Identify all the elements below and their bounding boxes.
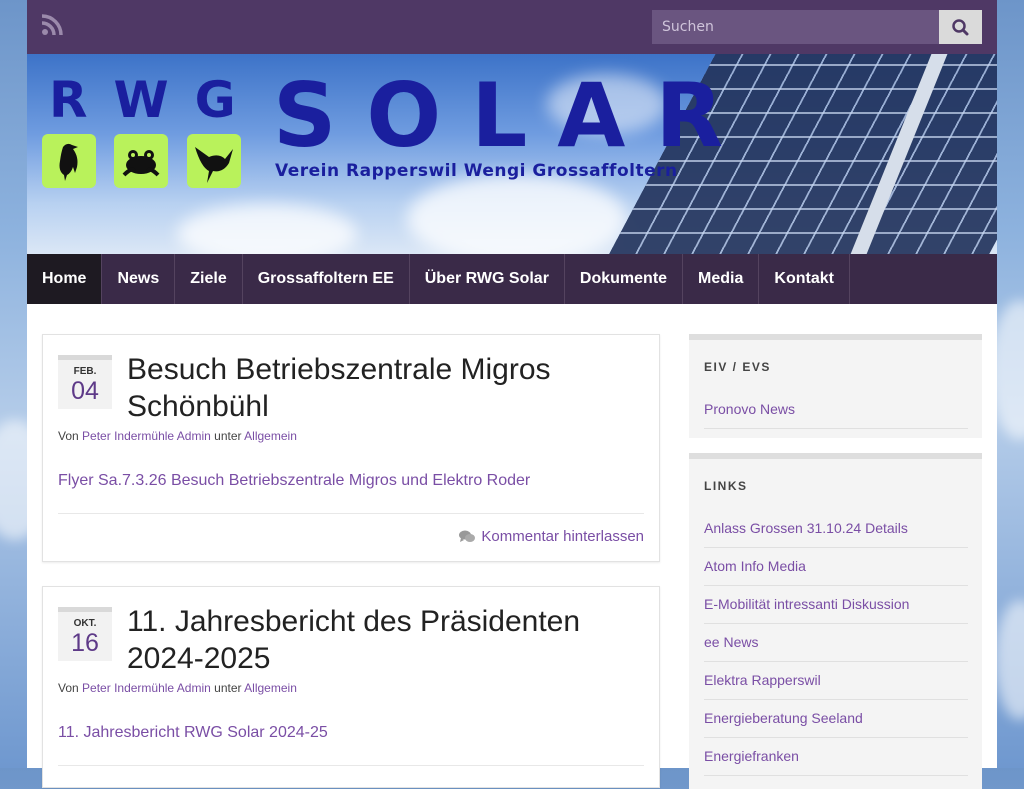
post-date-badge: OKT. 16 xyxy=(58,607,112,661)
sidebar-link[interactable]: E-Mobilität intressanti Diskussion xyxy=(704,585,968,624)
comments-icon xyxy=(459,530,476,542)
post-date-month: OKT. xyxy=(73,618,97,629)
post-meta-by: Von xyxy=(58,681,79,695)
comment-link-label[interactable]: Kommentar hinterlassen xyxy=(481,528,644,545)
post-category-link[interactable]: Allgemein xyxy=(244,429,297,443)
widget-title: EIV / EVS xyxy=(704,360,771,374)
post-excerpt-link[interactable]: Flyer Sa.7.3.26 Besuch Betriebszentrale … xyxy=(58,472,530,490)
post-card: OKT. 16 11. Jahresbericht des Präsidente… xyxy=(42,586,660,788)
logo-tagline: Verein Rapperswil Wengi Grossaffoltern xyxy=(275,161,678,181)
nav-item-ziele[interactable]: Ziele xyxy=(175,254,243,304)
post-meta: Von Peter Indermühle Admin unter Allgeme… xyxy=(58,429,297,443)
post-author-link[interactable]: Peter Indermühle Admin xyxy=(82,429,211,443)
frog-icon xyxy=(114,134,168,188)
sidebar-widget-eiv: EIV / EVS Pronovo News xyxy=(689,334,982,438)
banner-cloud xyxy=(177,204,357,254)
logo-rwg: RWG xyxy=(49,71,262,129)
nav-item-kontakt[interactable]: Kontakt xyxy=(759,254,850,304)
search-input[interactable] xyxy=(652,10,939,44)
logo-solar: SOLAR xyxy=(273,64,754,167)
nav-item-home[interactable]: Home xyxy=(27,254,103,304)
nav-item-media[interactable]: Media xyxy=(683,254,760,304)
crow-icon xyxy=(42,134,96,188)
post-meta-under: unter xyxy=(214,429,242,443)
rss-icon[interactable] xyxy=(41,14,63,36)
widget-title: LINKS xyxy=(704,479,748,493)
nav-item-grossaffoltern-ee[interactable]: Grossaffoltern EE xyxy=(243,254,410,304)
background-cloud xyxy=(995,600,1024,720)
search-button[interactable] xyxy=(939,10,982,44)
search-icon xyxy=(952,19,969,36)
sidebar-link[interactable]: Anlass Grossen 31.10.24 Details xyxy=(704,509,968,548)
main-navigation: Home News Ziele Grossaffoltern EE Über R… xyxy=(27,254,997,304)
nav-item-news[interactable]: News xyxy=(102,254,176,304)
post-title[interactable]: 11. Jahresbericht des Präsidenten 2024-2… xyxy=(127,603,627,677)
sidebar-link[interactable]: ee News xyxy=(704,623,968,662)
sidebar-widget-links: LINKS Anlass Grossen 31.10.24 Details At… xyxy=(689,453,982,789)
post-date-month: FEB. xyxy=(73,366,97,377)
post-excerpt-link[interactable]: 11. Jahresbericht RWG Solar 2024-25 xyxy=(58,724,328,742)
heron-icon xyxy=(187,134,241,188)
nav-item-dokumente[interactable]: Dokumente xyxy=(565,254,684,304)
post-date-day: 04 xyxy=(71,377,99,405)
page-container: RWG SOLAR Verein Rapperswil Wengi Grossa… xyxy=(27,0,997,789)
top-bar xyxy=(27,0,997,54)
post-category-link[interactable]: Allgemein xyxy=(244,681,297,695)
post-date-badge: FEB. 04 xyxy=(58,355,112,409)
post-date-day: 16 xyxy=(71,629,99,657)
post-author-link[interactable]: Peter Indermühle Admin xyxy=(82,681,211,695)
header-banner[interactable]: RWG SOLAR Verein Rapperswil Wengi Grossa… xyxy=(27,54,997,254)
post-card: FEB. 04 Besuch Betriebszentrale Migros S… xyxy=(42,334,660,562)
post-meta: Von Peter Indermühle Admin unter Allgeme… xyxy=(58,681,297,695)
sidebar-link[interactable]: Energieberatung Seeland xyxy=(704,699,968,738)
post-title[interactable]: Besuch Betriebszentrale Migros Schönbühl xyxy=(127,351,627,425)
post-meta-under: unter xyxy=(214,681,242,695)
sidebar-link[interactable]: Elektra Rapperswil xyxy=(704,661,968,700)
post-meta-by: Von xyxy=(58,429,79,443)
sidebar-link[interactable]: Energiefranken xyxy=(704,737,968,776)
sidebar-link-pronovo-news[interactable]: Pronovo News xyxy=(704,390,968,429)
sidebar-link[interactable]: Atom Info Media xyxy=(704,547,968,586)
banner-cloud xyxy=(407,174,627,254)
post-separator xyxy=(58,765,644,766)
post-separator xyxy=(58,513,644,514)
nav-item-ueber-rwg-solar[interactable]: Über RWG Solar xyxy=(410,254,565,304)
comment-link[interactable]: Kommentar hinterlassen xyxy=(459,528,644,545)
